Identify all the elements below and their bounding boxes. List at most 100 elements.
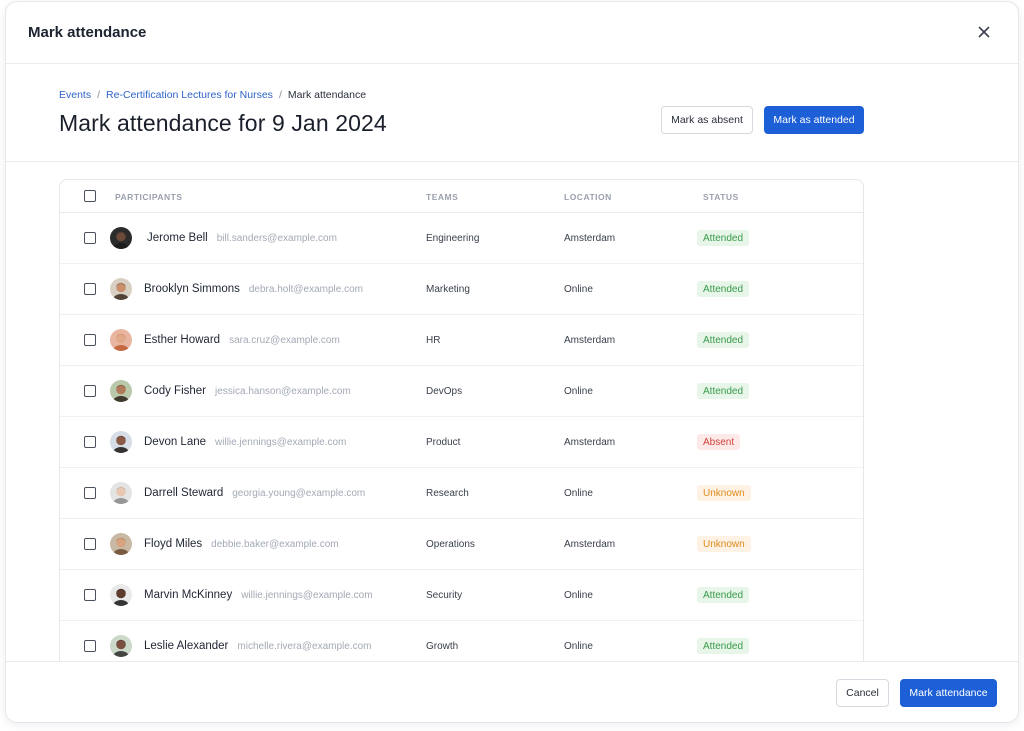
modal-title: Mark attendance — [28, 24, 147, 41]
participant-name: Marvin McKinney — [144, 589, 233, 601]
status-badge: Attended — [697, 230, 750, 246]
row-checkbox[interactable] — [84, 232, 96, 244]
participant-name: Cody Fisher — [144, 385, 206, 397]
location-cell: Online — [564, 488, 593, 499]
participant-email: jessica.hanson@example.com — [215, 386, 351, 397]
location-cell: Amsterdam — [564, 233, 616, 244]
table-row[interactable]: Darrell Steward georgia.young@example.com… — [60, 468, 863, 519]
avatar — [110, 380, 132, 402]
participant-info: Jerome Bell bill.sanders@example.com — [147, 232, 337, 244]
participant-email: michelle.rivera@example.com — [237, 641, 372, 652]
participants-table: PARTICIPANTS TEAMS LOCATION STATUS Jerom… — [59, 179, 864, 699]
location-cell: Amsterdam — [564, 437, 616, 448]
avatar — [110, 533, 132, 555]
status-badge: Absent — [697, 434, 741, 450]
status-badge: Attended — [697, 587, 750, 603]
team-cell: Marketing — [426, 284, 470, 295]
participant-name: Jerome Bell — [147, 232, 208, 244]
team-cell: Product — [426, 437, 461, 448]
modal-header: Mark attendance — [6, 2, 1018, 64]
participant-name: Devon Lane — [144, 436, 207, 448]
participant-email: willie.jennings@example.com — [241, 590, 373, 601]
breadcrumb: Events / Re-Certification Lectures for N… — [59, 89, 366, 101]
header-participants: PARTICIPANTS — [115, 192, 183, 202]
row-checkbox[interactable] — [84, 538, 96, 550]
status-badge: Attended — [697, 281, 750, 297]
team-cell: DevOps — [426, 386, 463, 397]
participant-name: Floyd Miles — [144, 538, 203, 550]
participant-email: debbie.baker@example.com — [211, 539, 339, 550]
team-cell: Security — [426, 590, 463, 601]
status-badge: Attended — [697, 332, 750, 348]
page-title: Mark attendance for 9 Jan 2024 — [59, 110, 387, 136]
table-row[interactable]: Devon Lane willie.jennings@example.com Pro… — [60, 417, 863, 468]
participant-email: georgia.young@example.com — [232, 488, 366, 499]
table-row[interactable]: Cody Fisher jessica.hanson@example.com Dev… — [60, 366, 863, 417]
participant-name: Brooklyn Simmons — [144, 283, 240, 295]
location-cell: Online — [564, 386, 593, 397]
header-teams: TEAMS — [426, 192, 459, 202]
participant-info: Darrell Steward georgia.young@example.com — [144, 487, 365, 499]
row-checkbox[interactable] — [84, 283, 96, 295]
participant-name: Leslie Alexander — [144, 640, 229, 652]
team-cell: Engineering — [426, 233, 480, 244]
avatar — [110, 329, 132, 351]
table-row[interactable]: Floyd Miles debbie.baker@example.com Opera… — [60, 519, 863, 570]
row-checkbox[interactable] — [84, 640, 96, 652]
team-cell: HR — [426, 335, 441, 346]
breadcrumb-separator: / — [278, 89, 282, 101]
header-status: STATUS — [703, 192, 739, 202]
participant-info: Marvin McKinney willie.jennings@example.c… — [144, 589, 373, 601]
mark-attended-button[interactable]: Mark as attended — [764, 106, 864, 134]
participant-info: Cody Fisher jessica.hanson@example.com — [144, 385, 351, 397]
status-badge: Attended — [697, 383, 750, 399]
row-checkbox[interactable] — [84, 334, 96, 346]
location-cell: Amsterdam — [564, 539, 616, 550]
participant-name: Darrell Steward — [144, 487, 224, 499]
team-cell: Operations — [426, 539, 475, 550]
location-cell: Online — [564, 590, 593, 601]
header-location: LOCATION — [564, 192, 612, 202]
table-row[interactable]: Marvin McKinney willie.jennings@example.c… — [60, 570, 863, 621]
cancel-button[interactable]: Cancel — [836, 679, 889, 707]
mark-absent-button[interactable]: Mark as absent — [661, 106, 753, 134]
table-row[interactable]: Esther Howard sara.cruz@example.com HR Amst… — [60, 315, 863, 366]
breadcrumb-current: Mark attendance — [287, 89, 367, 101]
page-header: Events / Re-Certification Lectures for N… — [6, 64, 1018, 162]
mark-attendance-button[interactable]: Mark attendance — [900, 679, 997, 707]
select-all-checkbox[interactable] — [84, 190, 96, 202]
table-header: PARTICIPANTS TEAMS LOCATION STATUS — [60, 180, 863, 213]
row-checkbox[interactable] — [84, 385, 96, 397]
participant-info: Floyd Miles debbie.baker@example.com — [144, 538, 339, 550]
status-badge: Unknown — [697, 485, 751, 501]
breadcrumb-event-name[interactable]: Re-Certification Lectures for Nurses — [106, 89, 273, 101]
avatar — [110, 482, 132, 504]
avatar — [110, 278, 132, 300]
table-row[interactable]: Jerome Bell bill.sanders@example.com Engin… — [60, 213, 863, 264]
breadcrumb-events[interactable]: Events — [59, 89, 91, 101]
status-badge: Attended — [697, 638, 750, 654]
participant-email: debra.holt@example.com — [248, 284, 363, 295]
avatar — [110, 635, 132, 657]
location-cell: Online — [564, 641, 593, 652]
participant-name: Esther Howard — [144, 334, 221, 346]
team-cell: Research — [426, 488, 469, 499]
attendance-modal: Mark attendance Events / Re-Certificatio… — [5, 1, 1019, 723]
table-row[interactable]: Brooklyn Simmons debra.holt@example.com Ma… — [60, 264, 863, 315]
participant-email: sara.cruz@example.com — [229, 335, 340, 346]
modal-footer: Cancel Mark attendance — [6, 661, 1018, 722]
participant-email: willie.jennings@example.com — [215, 437, 347, 448]
row-checkbox[interactable] — [84, 436, 96, 448]
row-checkbox[interactable] — [84, 487, 96, 499]
avatar — [110, 584, 132, 606]
team-cell: Growth — [426, 641, 459, 652]
participant-info: Devon Lane willie.jennings@example.com — [144, 436, 346, 448]
location-cell: Online — [564, 284, 593, 295]
breadcrumb-separator: / — [97, 89, 101, 101]
avatar — [110, 431, 132, 453]
location-cell: Amsterdam — [564, 335, 616, 346]
row-checkbox[interactable] — [84, 589, 96, 601]
close-icon[interactable] — [976, 24, 992, 40]
participant-info: Brooklyn Simmons debra.holt@example.com — [144, 283, 363, 295]
participant-email: bill.sanders@example.com — [216, 233, 337, 244]
